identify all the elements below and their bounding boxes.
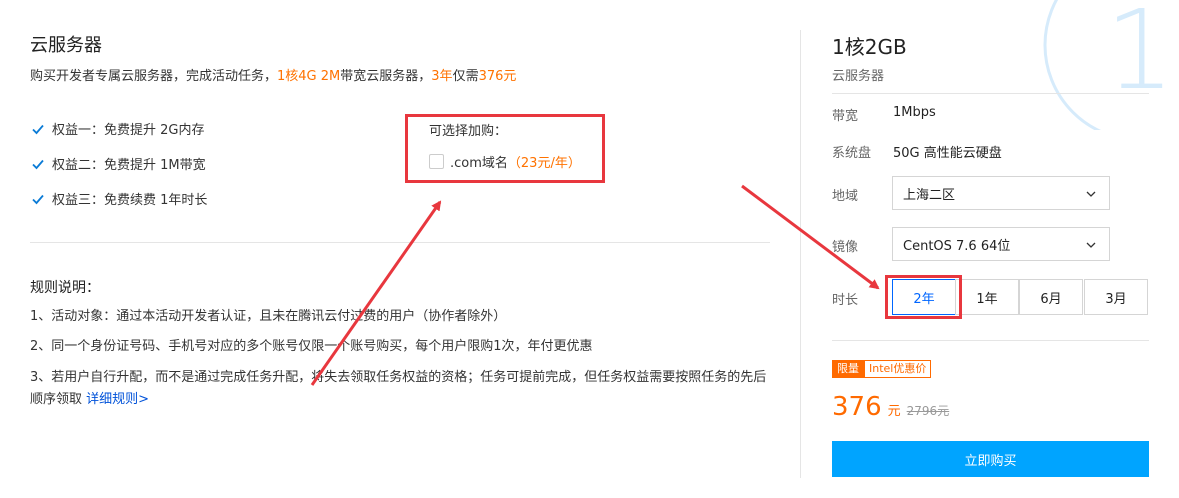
divider bbox=[832, 340, 1149, 341]
price-unit: 元 bbox=[887, 404, 901, 419]
promo-subtitle-price: 376元 bbox=[478, 69, 517, 84]
domain-addon-checkbox[interactable] bbox=[429, 154, 444, 169]
benefit-item: 权益二：免费提升 1M带宽 bbox=[30, 154, 206, 173]
benefit-item: 权益三：免费续费 1年时长 bbox=[30, 189, 207, 208]
promo-subtitle-spec: 1核4G 2M bbox=[277, 69, 341, 84]
disk-value: 50G 高性能云硬盘 bbox=[893, 146, 1002, 161]
region-select[interactable]: 上海二区 bbox=[892, 176, 1110, 210]
benefit-item: 权益一：免费提升 2G内存 bbox=[30, 119, 204, 138]
check-icon bbox=[32, 124, 44, 134]
image-select-value: CentOS 7.6 64位 bbox=[903, 238, 1011, 254]
duration-option-6m[interactable]: 6月 bbox=[1019, 279, 1083, 315]
rules-title: 规则说明： bbox=[30, 280, 100, 296]
promo-subtitle-years: 3年 bbox=[431, 69, 453, 84]
spec-subtitle: 云服务器 bbox=[832, 69, 885, 84]
disk-label: 系统盘 bbox=[832, 146, 872, 161]
chevron-down-icon bbox=[1086, 191, 1096, 197]
promo-subtitle-mid2: 仅需 bbox=[452, 69, 479, 84]
promo-subtitle-mid: 带宽云服务器， bbox=[340, 69, 432, 84]
domain-addon-label: .com域名 bbox=[450, 156, 508, 171]
promo-subtitle: 购买开发者专属云服务器，完成活动任务，1核4G 2M带宽云服务器，3年仅需376… bbox=[30, 65, 516, 84]
buy-now-button[interactable]: 立即购买 bbox=[832, 441, 1149, 477]
limited-badge: 限量 bbox=[832, 360, 864, 378]
domain-addon-option[interactable]: .com域名 （23元/年） bbox=[429, 152, 581, 171]
promo-title: 云服务器 bbox=[30, 35, 102, 56]
promo-badges: 限量 Intel优惠价 bbox=[832, 360, 932, 378]
benefit-text: 权益一：免费提升 2G内存 bbox=[52, 123, 205, 138]
rule-item: 2、同一个身份证号码、手机号对应的多个账号仅限一个账号购买，每个用户限购1次，年… bbox=[30, 339, 593, 354]
region-label: 地域 bbox=[832, 189, 859, 204]
region-select-value: 上海二区 bbox=[903, 187, 956, 203]
rule-item: 1、活动对象：通过本活动开发者认证，且未在腾讯云付过费的用户（协作者除外） bbox=[30, 309, 507, 324]
divider bbox=[30, 242, 770, 243]
duration-label: 时长 bbox=[832, 293, 859, 308]
domain-addon-price: （23元/年） bbox=[507, 156, 581, 171]
benefit-text: 权益二：免费提升 1M带宽 bbox=[52, 158, 206, 173]
duration-option-1y[interactable]: 1年 bbox=[955, 279, 1019, 315]
step-number-text: 1 bbox=[1105, 0, 1175, 114]
benefit-text: 权益三：免费续费 1年时长 bbox=[52, 193, 208, 208]
intel-price-badge: Intel优惠价 bbox=[864, 360, 932, 378]
check-icon bbox=[32, 159, 44, 169]
bandwidth-label: 带宽 bbox=[832, 109, 859, 124]
panel-divider bbox=[800, 30, 801, 478]
check-icon bbox=[32, 194, 44, 204]
spec-title: 1核2GB bbox=[832, 35, 907, 59]
price: 376 元 2796元 bbox=[832, 392, 949, 422]
step-number-decoration: 1 bbox=[1043, 0, 1179, 130]
duration-highlight-box bbox=[885, 275, 962, 319]
price-value: 376 bbox=[832, 392, 882, 422]
duration-option-3m[interactable]: 3月 bbox=[1084, 279, 1148, 315]
image-select[interactable]: CentOS 7.6 64位 bbox=[892, 227, 1110, 261]
rules-detail-link[interactable]: 详细规则> bbox=[86, 392, 149, 407]
promo-subtitle-text: 购买开发者专属云服务器，完成活动任务， bbox=[30, 69, 278, 84]
rule-item: 3、若用户自行升配，而不是通过完成任务升配，将失去领取任务权益的资格；任务可提前… bbox=[30, 367, 775, 411]
bandwidth-value: 1Mbps bbox=[893, 105, 936, 120]
divider bbox=[832, 93, 1149, 94]
chevron-down-icon bbox=[1086, 242, 1096, 248]
image-label: 镜像 bbox=[832, 240, 859, 255]
addon-title: 可选择加购： bbox=[429, 124, 508, 139]
original-price: 2796元 bbox=[906, 404, 950, 418]
